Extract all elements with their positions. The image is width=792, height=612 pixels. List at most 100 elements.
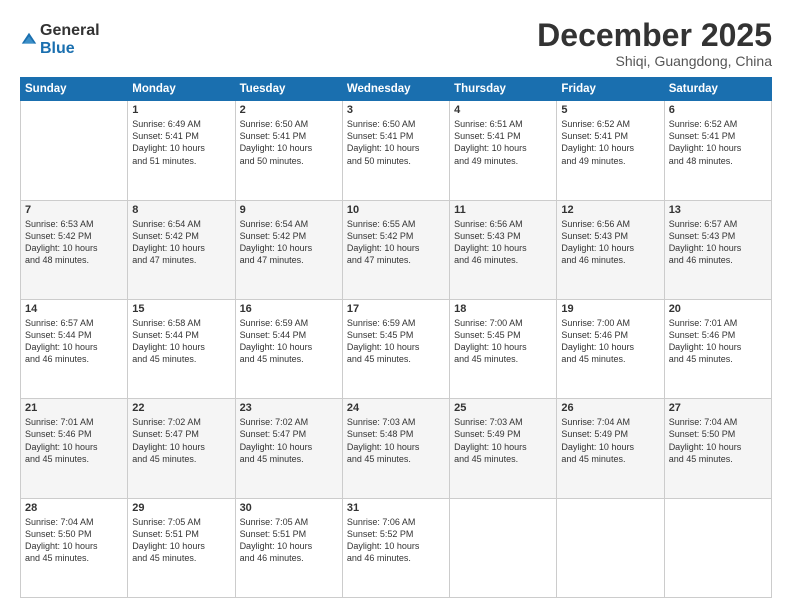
- calendar-table: SundayMondayTuesdayWednesdayThursdayFrid…: [20, 77, 772, 598]
- day-info: Sunrise: 6:50 AM Sunset: 5:41 PM Dayligh…: [240, 118, 338, 167]
- day-number: 9: [240, 204, 338, 216]
- calendar-cell: 14 Sunrise: 6:57 AM Sunset: 5:44 PM Dayli…: [21, 299, 128, 398]
- col-header-thursday: Thursday: [450, 78, 557, 101]
- day-info: Sunrise: 7:04 AM Sunset: 5:50 PM Dayligh…: [669, 416, 767, 465]
- calendar-cell: 31 Sunrise: 7:06 AM Sunset: 5:52 PM Dayli…: [342, 498, 449, 597]
- calendar-week-row: 14 Sunrise: 6:57 AM Sunset: 5:44 PM Dayli…: [21, 299, 772, 398]
- day-number: 22: [132, 402, 230, 414]
- col-header-sunday: Sunday: [21, 78, 128, 101]
- calendar-cell: 9 Sunrise: 6:54 AM Sunset: 5:42 PM Daylig…: [235, 200, 342, 299]
- calendar-cell: [557, 498, 664, 597]
- logo-general: General: [40, 22, 100, 40]
- day-number: 6: [669, 104, 767, 116]
- calendar-cell: 1 Sunrise: 6:49 AM Sunset: 5:41 PM Daylig…: [128, 101, 235, 200]
- day-info: Sunrise: 6:54 AM Sunset: 5:42 PM Dayligh…: [240, 218, 338, 267]
- day-number: 13: [669, 204, 767, 216]
- calendar-cell: 19 Sunrise: 7:00 AM Sunset: 5:46 PM Dayli…: [557, 299, 664, 398]
- day-info: Sunrise: 7:01 AM Sunset: 5:46 PM Dayligh…: [669, 317, 767, 366]
- day-info: Sunrise: 7:02 AM Sunset: 5:47 PM Dayligh…: [240, 416, 338, 465]
- day-number: 30: [240, 502, 338, 514]
- day-info: Sunrise: 7:04 AM Sunset: 5:50 PM Dayligh…: [25, 516, 123, 565]
- calendar-cell: [21, 101, 128, 200]
- day-number: 24: [347, 402, 445, 414]
- day-number: 14: [25, 303, 123, 315]
- day-info: Sunrise: 6:53 AM Sunset: 5:42 PM Dayligh…: [25, 218, 123, 267]
- col-header-saturday: Saturday: [664, 78, 771, 101]
- month-title: December 2025: [537, 18, 772, 53]
- calendar-cell: 21 Sunrise: 7:01 AM Sunset: 5:46 PM Dayli…: [21, 399, 128, 498]
- day-info: Sunrise: 6:59 AM Sunset: 5:44 PM Dayligh…: [240, 317, 338, 366]
- day-info: Sunrise: 7:00 AM Sunset: 5:45 PM Dayligh…: [454, 317, 552, 366]
- calendar-cell: 20Sunrise: 7:01 AM Sunset: 5:46 PM Dayli…: [664, 299, 771, 398]
- day-info: Sunrise: 7:06 AM Sunset: 5:52 PM Dayligh…: [347, 516, 445, 565]
- col-header-friday: Friday: [557, 78, 664, 101]
- day-info: Sunrise: 6:55 AM Sunset: 5:42 PM Dayligh…: [347, 218, 445, 267]
- calendar-header-row: SundayMondayTuesdayWednesdayThursdayFrid…: [21, 78, 772, 101]
- calendar-cell: 15Sunrise: 6:58 AM Sunset: 5:44 PM Dayli…: [128, 299, 235, 398]
- day-info: Sunrise: 6:54 AM Sunset: 5:42 PM Dayligh…: [132, 218, 230, 267]
- calendar-week-row: 1 Sunrise: 6:49 AM Sunset: 5:41 PM Daylig…: [21, 101, 772, 200]
- calendar-cell: 27 Sunrise: 7:04 AM Sunset: 5:50 PM Dayli…: [664, 399, 771, 498]
- day-number: 21: [25, 402, 123, 414]
- calendar-cell: 4 Sunrise: 6:51 AM Sunset: 5:41 PM Daylig…: [450, 101, 557, 200]
- calendar-cell: 5Sunrise: 6:52 AM Sunset: 5:41 PM Daylig…: [557, 101, 664, 200]
- calendar-cell: 18Sunrise: 7:00 AM Sunset: 5:45 PM Dayli…: [450, 299, 557, 398]
- day-number: 1: [132, 104, 230, 116]
- calendar-cell: 6Sunrise: 6:52 AM Sunset: 5:41 PM Daylig…: [664, 101, 771, 200]
- day-info: Sunrise: 6:59 AM Sunset: 5:45 PM Dayligh…: [347, 317, 445, 366]
- calendar-cell: 12 Sunrise: 6:56 AM Sunset: 5:43 PM Dayli…: [557, 200, 664, 299]
- day-info: Sunrise: 7:01 AM Sunset: 5:46 PM Dayligh…: [25, 416, 123, 465]
- day-number: 15: [132, 303, 230, 315]
- page: General Blue December 2025 Shiqi, Guangd…: [0, 0, 792, 612]
- day-number: 3: [347, 104, 445, 116]
- day-number: 27: [669, 402, 767, 414]
- col-header-wednesday: Wednesday: [342, 78, 449, 101]
- day-number: 26: [561, 402, 659, 414]
- calendar-cell: [450, 498, 557, 597]
- day-number: 11: [454, 204, 552, 216]
- day-info: Sunrise: 7:03 AM Sunset: 5:49 PM Dayligh…: [454, 416, 552, 465]
- day-number: 19: [561, 303, 659, 315]
- calendar-cell: 23Sunrise: 7:02 AM Sunset: 5:47 PM Dayli…: [235, 399, 342, 498]
- day-info: Sunrise: 7:05 AM Sunset: 5:51 PM Dayligh…: [240, 516, 338, 565]
- subtitle: Shiqi, Guangdong, China: [537, 53, 772, 69]
- day-number: 29: [132, 502, 230, 514]
- calendar-cell: 28 Sunrise: 7:04 AM Sunset: 5:50 PM Dayli…: [21, 498, 128, 597]
- calendar-cell: 24 Sunrise: 7:03 AM Sunset: 5:48 PM Dayli…: [342, 399, 449, 498]
- day-info: Sunrise: 6:56 AM Sunset: 5:43 PM Dayligh…: [561, 218, 659, 267]
- day-info: Sunrise: 7:05 AM Sunset: 5:51 PM Dayligh…: [132, 516, 230, 565]
- day-info: Sunrise: 7:03 AM Sunset: 5:48 PM Dayligh…: [347, 416, 445, 465]
- day-info: Sunrise: 7:02 AM Sunset: 5:47 PM Dayligh…: [132, 416, 230, 465]
- calendar-cell: 22 Sunrise: 7:02 AM Sunset: 5:47 PM Dayli…: [128, 399, 235, 498]
- day-number: 7: [25, 204, 123, 216]
- day-number: 5: [561, 104, 659, 116]
- calendar-cell: 7 Sunrise: 6:53 AM Sunset: 5:42 PM Daylig…: [21, 200, 128, 299]
- title-block: December 2025 Shiqi, Guangdong, China: [537, 18, 772, 69]
- day-info: Sunrise: 6:57 AM Sunset: 5:44 PM Dayligh…: [25, 317, 123, 366]
- day-number: 25: [454, 402, 552, 414]
- day-info: Sunrise: 6:57 AM Sunset: 5:43 PM Dayligh…: [669, 218, 767, 267]
- header: General Blue December 2025 Shiqi, Guangd…: [20, 18, 772, 69]
- day-number: 4: [454, 104, 552, 116]
- day-info: Sunrise: 6:49 AM Sunset: 5:41 PM Dayligh…: [132, 118, 230, 167]
- day-number: 31: [347, 502, 445, 514]
- calendar-cell: 16Sunrise: 6:59 AM Sunset: 5:44 PM Dayli…: [235, 299, 342, 398]
- day-info: Sunrise: 6:56 AM Sunset: 5:43 PM Dayligh…: [454, 218, 552, 267]
- calendar-cell: 8Sunrise: 6:54 AM Sunset: 5:42 PM Daylig…: [128, 200, 235, 299]
- day-number: 28: [25, 502, 123, 514]
- day-number: 17: [347, 303, 445, 315]
- day-number: 12: [561, 204, 659, 216]
- calendar-cell: 3Sunrise: 6:50 AM Sunset: 5:41 PM Daylig…: [342, 101, 449, 200]
- calendar-cell: 10Sunrise: 6:55 AM Sunset: 5:42 PM Dayli…: [342, 200, 449, 299]
- calendar-cell: 17 Sunrise: 6:59 AM Sunset: 5:45 PM Dayli…: [342, 299, 449, 398]
- calendar-week-row: 28 Sunrise: 7:04 AM Sunset: 5:50 PM Dayli…: [21, 498, 772, 597]
- calendar-cell: 13 Sunrise: 6:57 AM Sunset: 5:43 PM Dayli…: [664, 200, 771, 299]
- calendar-cell: 30 Sunrise: 7:05 AM Sunset: 5:51 PM Dayli…: [235, 498, 342, 597]
- day-info: Sunrise: 6:51 AM Sunset: 5:41 PM Dayligh…: [454, 118, 552, 167]
- logo-icon: [20, 31, 38, 49]
- day-info: Sunrise: 7:04 AM Sunset: 5:49 PM Dayligh…: [561, 416, 659, 465]
- col-header-tuesday: Tuesday: [235, 78, 342, 101]
- logo-text: General Blue: [40, 22, 100, 57]
- calendar-week-row: 21 Sunrise: 7:01 AM Sunset: 5:46 PM Dayli…: [21, 399, 772, 498]
- day-info: Sunrise: 7:00 AM Sunset: 5:46 PM Dayligh…: [561, 317, 659, 366]
